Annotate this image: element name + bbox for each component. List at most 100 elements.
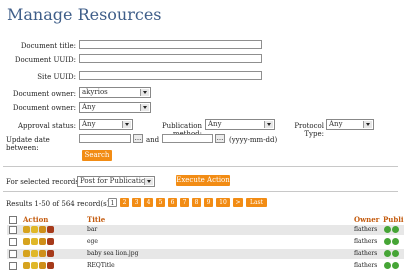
header-publication[interactable]: Publi — [383, 215, 404, 224]
document-owner-value: akyrios — [82, 88, 108, 96]
copy-icon[interactable] — [39, 226, 46, 233]
header-owner[interactable]: Owner — [354, 215, 379, 224]
document-owner-select-2[interactable]: Any — [79, 102, 151, 113]
execute-action-button[interactable]: Execute Action — [176, 175, 230, 186]
bulk-action-select[interactable]: Post for Publication — [77, 176, 155, 187]
check-icon — [392, 226, 399, 233]
publication-status — [384, 238, 400, 245]
search-button[interactable]: Search — [82, 150, 112, 161]
table-row: ege flathers — [7, 237, 404, 247]
row-actions — [23, 262, 57, 269]
page-5[interactable]: 5 — [156, 198, 165, 207]
check-icon — [384, 262, 391, 269]
update-date-from-input[interactable] — [79, 134, 131, 143]
check-icon — [392, 238, 399, 245]
update-date-to-input[interactable] — [162, 134, 213, 143]
document-owner-value-2: Any — [82, 103, 96, 111]
row-owner: flathers — [354, 250, 378, 257]
view-icon[interactable] — [23, 262, 30, 269]
header-title[interactable]: Title — [87, 215, 105, 224]
approval-status-value: Any — [82, 120, 96, 128]
copy-icon[interactable] — [39, 262, 46, 269]
chevron-down-icon — [363, 121, 372, 128]
document-uuid-label: Document UUID: — [14, 56, 76, 64]
document-owner-label: Document owner: — [12, 90, 76, 98]
row-title[interactable]: bar — [87, 226, 97, 233]
row-actions — [23, 250, 57, 257]
view-icon[interactable] — [23, 238, 30, 245]
publication-status — [384, 250, 400, 257]
edit-icon[interactable] — [31, 250, 38, 257]
table-row: REQTitle flathers — [7, 261, 404, 271]
delete-icon[interactable] — [47, 262, 54, 269]
publication-method-select[interactable]: Any — [205, 119, 275, 130]
date-format-hint: (yyyy-mm-dd) — [229, 136, 278, 144]
check-icon — [384, 238, 391, 245]
view-icon[interactable] — [23, 250, 30, 257]
chevron-down-icon — [264, 121, 273, 128]
protocol-type-value: Any — [329, 120, 343, 128]
results-count: Results 1-50 of 564 record(s) — [6, 200, 110, 208]
row-checkbox[interactable] — [9, 238, 17, 246]
table-header: Action Title Owner Publi — [7, 214, 404, 224]
publication-status — [384, 262, 400, 269]
row-title[interactable]: REQTitle — [87, 262, 115, 269]
last-page-button[interactable]: Last — [246, 198, 267, 207]
row-checkbox[interactable] — [9, 262, 17, 270]
date-picker-from-button[interactable]: ... — [133, 134, 143, 143]
table-row: baby sea lion.jpg flathers — [7, 249, 404, 259]
document-title-label: Document title: — [20, 42, 76, 50]
delete-icon[interactable] — [47, 250, 54, 257]
bulk-action-value: Post for Publication — [80, 177, 150, 185]
page-3[interactable]: 3 — [132, 198, 141, 207]
approval-status-label: Approval status: — [17, 122, 76, 130]
section-divider — [3, 166, 398, 167]
document-title-input[interactable] — [79, 40, 262, 49]
row-actions — [23, 238, 57, 245]
page-1[interactable]: 1 — [108, 198, 117, 207]
page-10[interactable]: 10 — [216, 198, 230, 207]
page-8[interactable]: 8 — [192, 198, 201, 207]
document-uuid-input[interactable] — [79, 54, 262, 63]
section-divider — [3, 191, 398, 192]
page-7[interactable]: 7 — [180, 198, 189, 207]
chevron-down-icon — [140, 89, 149, 96]
select-all-checkbox[interactable] — [9, 216, 17, 224]
document-owner-select[interactable]: akyrios — [79, 87, 151, 98]
page-6[interactable]: 6 — [168, 198, 177, 207]
delete-icon[interactable] — [47, 226, 54, 233]
check-icon — [384, 250, 391, 257]
copy-icon[interactable] — [39, 250, 46, 257]
publication-status — [384, 226, 400, 233]
update-date-label: Update date between: — [6, 136, 50, 152]
edit-icon[interactable] — [31, 238, 38, 245]
edit-icon[interactable] — [31, 226, 38, 233]
row-title[interactable]: ege — [87, 238, 98, 245]
chevron-down-icon — [122, 121, 131, 128]
row-actions — [23, 226, 57, 233]
site-uuid-input[interactable] — [79, 71, 262, 80]
delete-icon[interactable] — [47, 238, 54, 245]
protocol-type-select[interactable]: Any — [326, 119, 374, 130]
row-checkbox[interactable] — [9, 250, 17, 258]
site-uuid-label: Site UUID: — [37, 73, 76, 81]
edit-icon[interactable] — [31, 262, 38, 269]
protocol-type-label: Protocol Type: — [294, 122, 324, 138]
row-owner: flathers — [354, 226, 378, 233]
next-page-button[interactable]: > — [233, 198, 243, 207]
approval-status-select[interactable]: Any — [79, 119, 133, 130]
page-title: Manage Resources — [7, 5, 162, 24]
row-owner: flathers — [354, 262, 378, 269]
header-action: Action — [23, 215, 49, 224]
copy-icon[interactable] — [39, 238, 46, 245]
table-row: bar flathers — [7, 225, 404, 235]
row-checkbox[interactable] — [9, 226, 17, 234]
page-9[interactable]: 9 — [204, 198, 213, 207]
check-icon — [392, 250, 399, 257]
row-title[interactable]: baby sea lion.jpg — [87, 250, 138, 257]
date-picker-to-button[interactable]: ... — [215, 134, 225, 143]
chevron-down-icon — [140, 104, 149, 111]
page-2[interactable]: 2 — [120, 198, 129, 207]
view-icon[interactable] — [23, 226, 30, 233]
page-4[interactable]: 4 — [144, 198, 153, 207]
